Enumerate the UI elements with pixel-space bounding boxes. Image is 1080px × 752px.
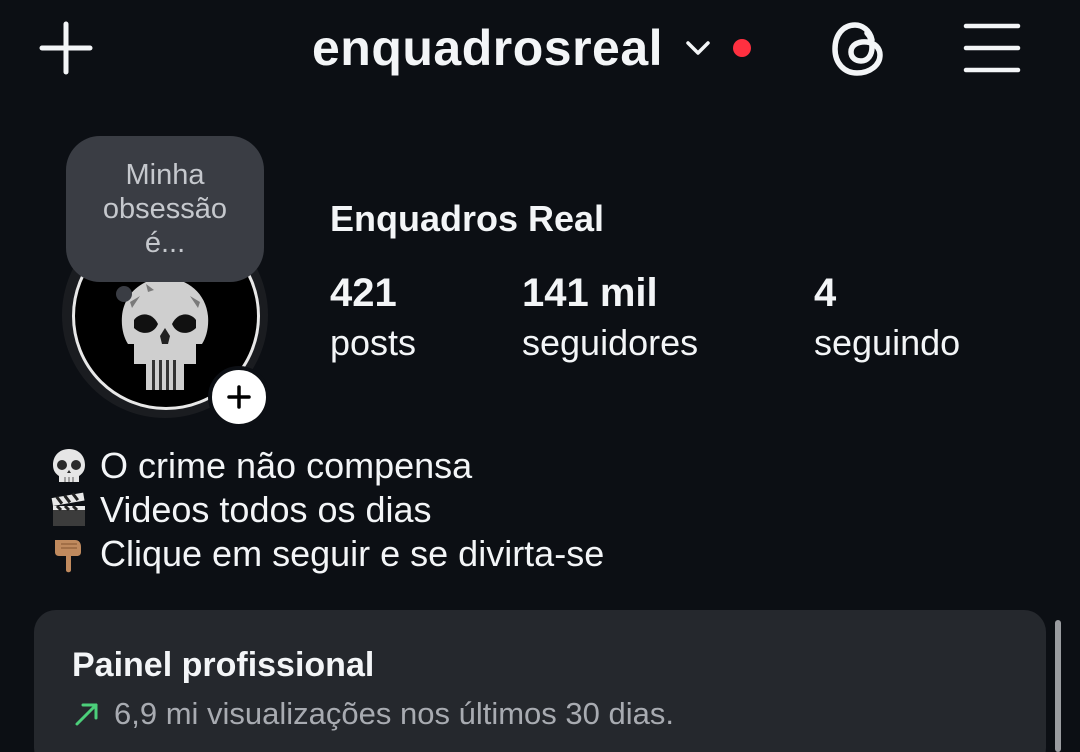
plus-icon <box>227 385 251 409</box>
add-story-button[interactable] <box>208 366 270 428</box>
stat-posts-value: 421 <box>330 271 397 315</box>
top-bar: enquadrosreal <box>0 0 1080 100</box>
dashboard-subtitle-row: 6,9 mi visualizações nos últimos 30 dias… <box>72 696 674 732</box>
chevron-down-icon <box>686 41 710 55</box>
bio-text: Videos todos os dias <box>100 489 432 530</box>
stat-followers[interactable]: 141 mil seguidores <box>522 268 698 368</box>
dashboard-subtitle: 6,9 mi visualizações nos últimos 30 dias… <box>114 696 674 731</box>
stat-following-label: seguindo <box>814 322 961 363</box>
bio-line: O crime não compensa <box>46 444 604 488</box>
note-bubble-tail <box>116 286 132 302</box>
notification-dot <box>733 39 752 57</box>
bio-text: O crime não compensa <box>100 445 473 486</box>
trend-up-arrow-icon <box>75 703 98 726</box>
username: enquadrosreal <box>312 20 664 76</box>
skull-emoji-icon <box>46 445 92 487</box>
stat-following-value: 4 <box>814 271 837 315</box>
plus-icon <box>39 21 93 75</box>
stat-following[interactable]: 4 seguindo <box>814 268 960 368</box>
scrollbar[interactable] <box>1055 620 1061 752</box>
stat-followers-label: seguidores <box>522 322 699 363</box>
bio-line: Videos todos os dias <box>46 488 604 532</box>
bio-line: Clique em seguir e se divirta-se <box>46 532 604 576</box>
display-name: Enquadros Real <box>330 198 605 239</box>
note-bubble[interactable]: Minha obsessão é... <box>66 136 264 282</box>
stat-posts-label: posts <box>330 322 417 363</box>
stat-followers-value: 141 mil <box>522 271 658 315</box>
account-switcher[interactable]: enquadrosreal <box>312 16 752 80</box>
menu-button[interactable] <box>960 20 1024 76</box>
professional-dashboard-card[interactable]: Painel profissional 6,9 mi visualizações… <box>34 610 1046 752</box>
create-button[interactable] <box>36 18 96 78</box>
threads-icon <box>832 22 883 76</box>
bio: O crime não compensa Videos todos os dia… <box>46 444 604 576</box>
clapper-board-emoji-icon <box>46 489 92 531</box>
bio-text: Clique em seguir e se divirta-se <box>100 533 605 574</box>
hamburger-menu-icon <box>963 23 1021 73</box>
note-text: Minha obsessão é... <box>102 159 228 259</box>
pointing-down-hand-emoji-icon <box>46 533 92 575</box>
dashboard-title: Painel profissional <box>72 646 375 684</box>
stat-posts: 421 posts <box>330 268 416 368</box>
threads-button[interactable] <box>828 18 890 80</box>
